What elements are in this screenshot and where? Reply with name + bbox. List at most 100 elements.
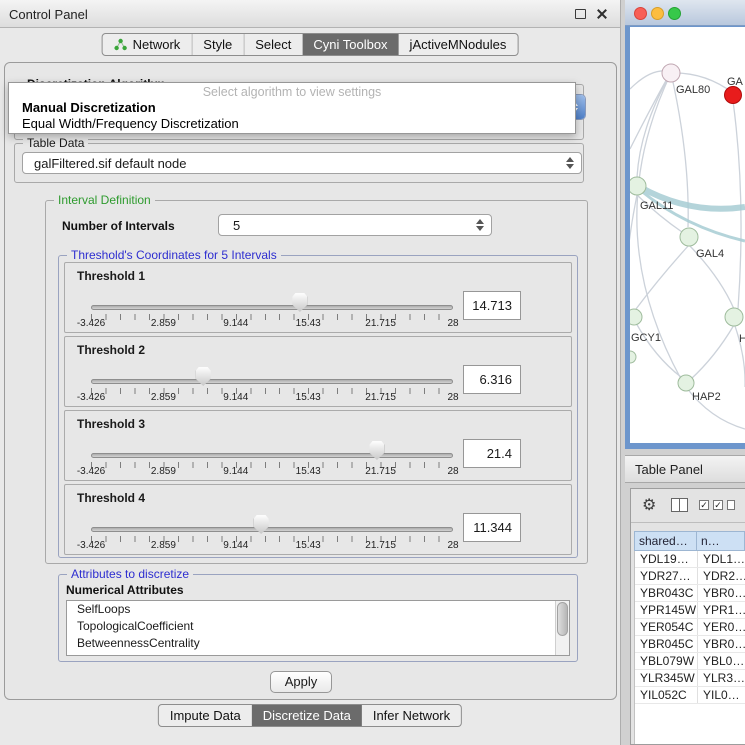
cell[interactable]: YDL1…	[698, 551, 745, 567]
checkbox-icon[interactable]: ✓	[713, 500, 723, 510]
cell[interactable]: YLR345W	[635, 670, 698, 686]
threshold-value-field[interactable]: 11.344	[463, 513, 521, 542]
cell[interactable]: YPR1…	[698, 602, 745, 618]
node-gal4[interactable]	[680, 228, 698, 246]
column-header-shared-name[interactable]: shared…	[634, 531, 697, 551]
column-header-name[interactable]: n…	[697, 531, 745, 551]
popup-item-manual-discretization[interactable]: Manual Discretization	[22, 100, 567, 115]
node-gal80[interactable]	[662, 64, 680, 82]
cell[interactable]: YDR2…	[698, 568, 745, 584]
table-row[interactable]: YPR145W YPR1…	[635, 602, 745, 619]
spinner-arrows-icon	[566, 157, 574, 169]
cell[interactable]: YBL079W	[635, 653, 698, 669]
close-window-icon[interactable]	[596, 8, 608, 20]
cell[interactable]: YDR27…	[635, 568, 698, 584]
threshold-value-field[interactable]: 6.316	[463, 365, 521, 394]
table-row[interactable]: YIL052C YIL0…	[635, 687, 745, 704]
scale-label: 21.715	[365, 392, 396, 403]
table-row[interactable]: YBR045C YBR0…	[635, 636, 745, 653]
scale-label: 21.715	[365, 318, 396, 329]
threshold-slider[interactable]	[91, 515, 453, 541]
table-data-combobox[interactable]: galFiltered.sif default node	[22, 152, 582, 174]
threshold-value-field[interactable]: 14.713	[463, 291, 521, 320]
scale-label: 21.715	[365, 540, 396, 551]
table-data-combobox-value: galFiltered.sif default node	[23, 156, 186, 171]
popup-placeholder-item[interactable]: Select algorithm to view settings	[9, 85, 575, 99]
threshold-slider[interactable]	[91, 367, 453, 393]
tab-label: Impute Data	[170, 708, 241, 723]
list-item[interactable]: BetweennessCentrality	[67, 635, 569, 652]
network-graph: GAL80 GA GAL11 GAL4 GCY1 HAP2 H	[630, 27, 745, 443]
cell[interactable]: YBR0…	[698, 636, 745, 652]
scale-label: 28	[447, 392, 458, 403]
node-gcy1[interactable]	[630, 309, 642, 325]
threshold-value-field[interactable]: 21.4	[463, 439, 521, 468]
slider-track[interactable]	[91, 527, 453, 532]
top-tab-bar: Network Style Select Cyni Toolbox jActiv…	[102, 33, 519, 56]
cell[interactable]: YPR145W	[635, 602, 698, 618]
node-hap2[interactable]	[678, 375, 694, 391]
tab-style[interactable]: Style	[191, 34, 243, 55]
table-panel-header: Table Panel	[625, 455, 745, 483]
checkbox-icon[interactable]: ✓	[699, 500, 709, 510]
list-item[interactable]: TopologicalCoefficient	[67, 618, 569, 635]
attributes-listbox[interactable]: SelfLoops TopologicalCoefficient Between…	[66, 600, 570, 656]
node-gal11[interactable]	[630, 177, 646, 195]
gear-icon[interactable]: ⚙	[642, 495, 656, 515]
node-selected-red[interactable]	[725, 87, 742, 104]
cell[interactable]: YLR3…	[698, 670, 745, 686]
table-row[interactable]: YDL19… YDL1…	[635, 551, 745, 568]
cell[interactable]: YER054C	[635, 619, 698, 635]
cell[interactable]: YIL0…	[698, 687, 745, 703]
scale-label: 9.144	[223, 540, 248, 551]
tab-network[interactable]: Network	[103, 34, 192, 55]
scale-label: 2.859	[151, 540, 176, 551]
tab-select[interactable]: Select	[243, 34, 302, 55]
node-label: GAL4	[696, 248, 724, 260]
threshold-label: Threshold 3	[77, 417, 145, 431]
tab-impute-data[interactable]: Impute Data	[159, 705, 252, 726]
scrollbar-thumb[interactable]	[557, 602, 568, 636]
scale-label: 15.43	[296, 318, 321, 329]
zoom-traffic-light[interactable]	[668, 7, 681, 20]
slider-track[interactable]	[91, 379, 453, 384]
minimize-traffic-light[interactable]	[651, 7, 664, 20]
checkbox-icon[interactable]	[727, 500, 735, 510]
cell[interactable]: YDL19…	[635, 551, 698, 567]
popup-item-equal-width-frequency[interactable]: Equal Width/Frequency Discretization	[22, 116, 567, 131]
cell[interactable]: YBR0…	[698, 585, 745, 601]
node-edge-left[interactable]	[630, 351, 636, 363]
table-data-group-title: Table Data	[23, 136, 88, 150]
column-grid-icon[interactable]	[671, 498, 688, 512]
cell[interactable]: YBL0…	[698, 653, 745, 669]
tab-infer-network[interactable]: Infer Network	[362, 705, 461, 726]
float-window-icon[interactable]	[575, 9, 586, 19]
cell[interactable]: YER0…	[698, 619, 745, 635]
table-row[interactable]: YBR043C YBR0…	[635, 585, 745, 602]
cell[interactable]: YBR045C	[635, 636, 698, 652]
number-of-intervals-combobox[interactable]: 5	[218, 214, 492, 236]
tab-jactivemnodules[interactable]: jActiveMNodules	[399, 34, 518, 55]
table-row[interactable]: YDR27… YDR2…	[635, 568, 745, 585]
threshold-slider[interactable]	[91, 441, 453, 467]
apply-button[interactable]: Apply	[270, 671, 332, 693]
close-traffic-light[interactable]	[634, 7, 647, 20]
node-right[interactable]	[725, 308, 743, 326]
tab-discretize-data[interactable]: Discretize Data	[252, 705, 362, 726]
list-scrollbar[interactable]	[555, 601, 569, 655]
table-row[interactable]: YBL079W YBL0…	[635, 653, 745, 670]
scale-label: 2.859	[151, 466, 176, 477]
slider-track[interactable]	[91, 453, 453, 458]
window-title: Control Panel	[9, 7, 88, 22]
cell[interactable]: YBR043C	[635, 585, 698, 601]
threshold-slider[interactable]	[91, 293, 453, 319]
scale-label: -3.426	[77, 466, 105, 477]
list-item[interactable]: SelfLoops	[67, 601, 569, 618]
cell[interactable]: YIL052C	[635, 687, 698, 703]
table-row[interactable]: YLR345W YLR3…	[635, 670, 745, 687]
table-row[interactable]: YER054C YER0…	[635, 619, 745, 636]
tab-cyni-toolbox[interactable]: Cyni Toolbox	[302, 34, 398, 55]
slider-track[interactable]	[91, 305, 453, 310]
threshold-label: Threshold 1	[77, 269, 145, 283]
network-canvas[interactable]: GAL80 GA GAL11 GAL4 GCY1 HAP2 H	[630, 27, 745, 443]
